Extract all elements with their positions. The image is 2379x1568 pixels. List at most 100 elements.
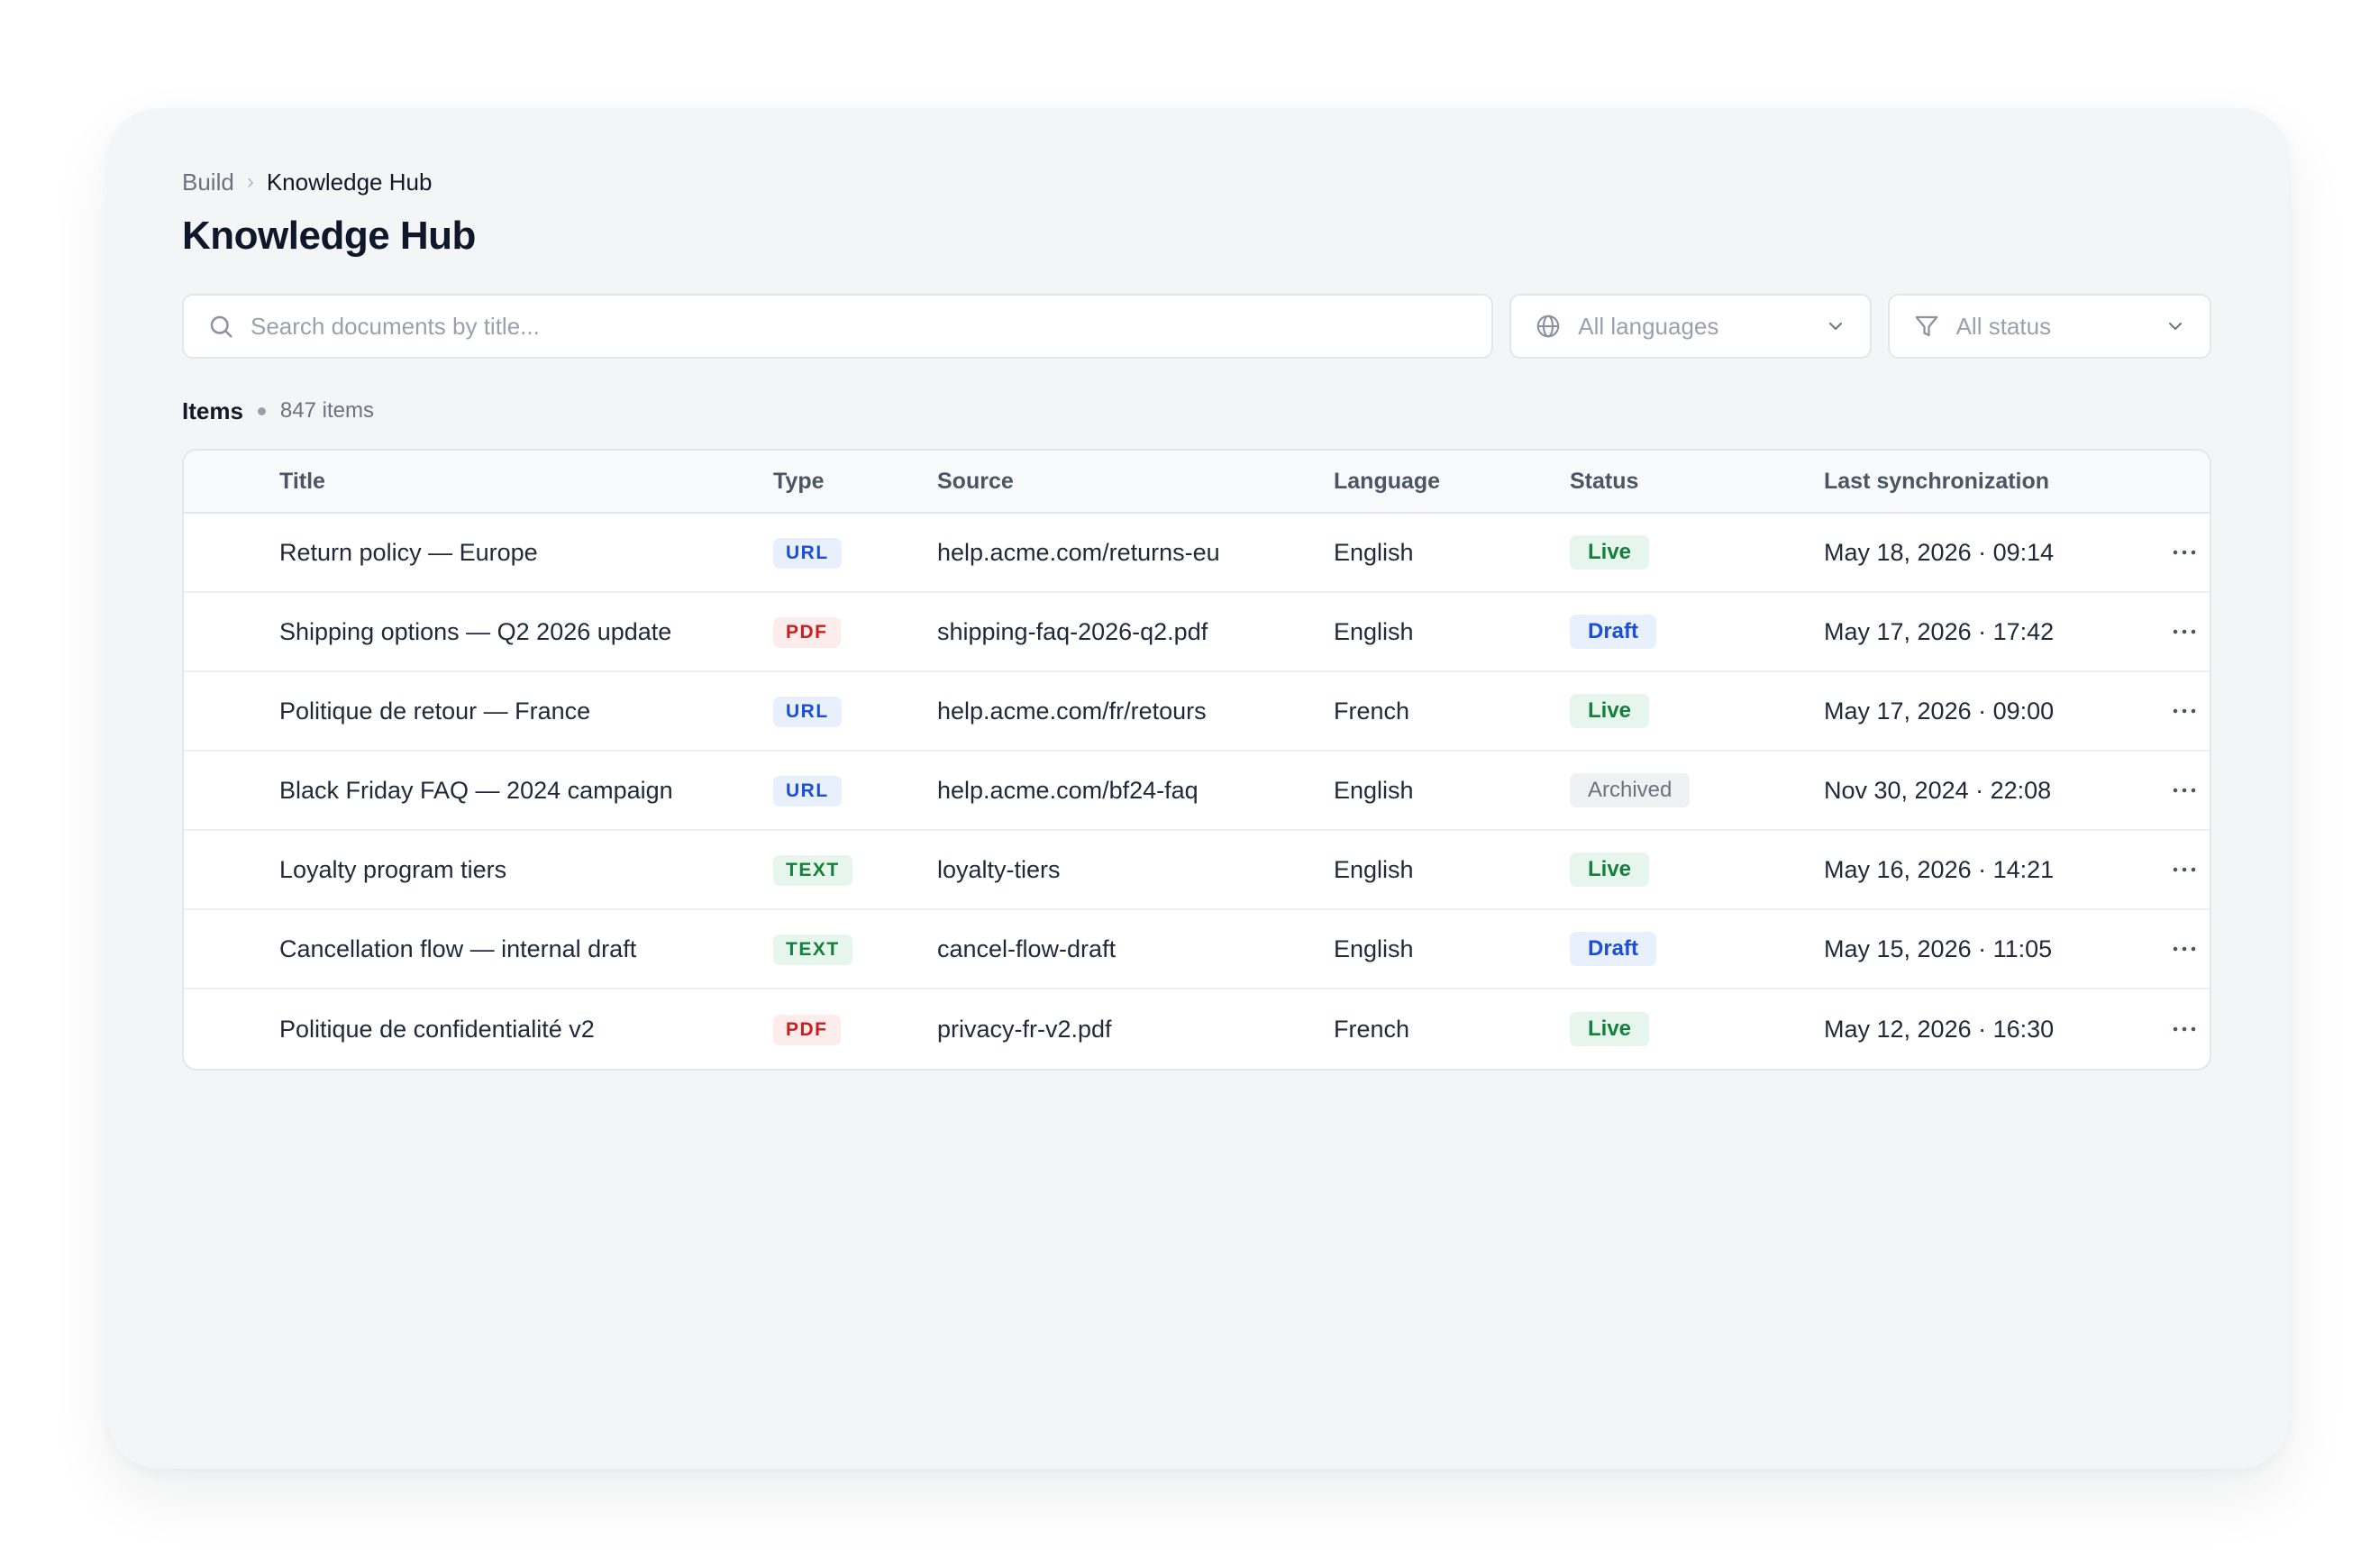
status-select-value: All status bbox=[1955, 312, 2052, 340]
row-language: French bbox=[1334, 1015, 1410, 1043]
column-header-title[interactable]: Title bbox=[184, 469, 773, 495]
table-row[interactable]: Return policy — Europe URL help.acme.com… bbox=[184, 514, 2210, 593]
row-type: PDF bbox=[773, 1014, 937, 1045]
row-actions-button[interactable] bbox=[2166, 852, 2202, 888]
language-select[interactable]: All languages bbox=[1509, 294, 1872, 359]
table-header: Title Type Source Language Status Last s… bbox=[184, 451, 2210, 514]
items-label: Items bbox=[182, 397, 243, 424]
table-row[interactable]: Politique de retour — France URL help.ac… bbox=[184, 672, 2210, 752]
filter-bar: All languages All status bbox=[182, 294, 2211, 359]
chevron-down-icon bbox=[2169, 323, 2182, 330]
row-type: URL bbox=[773, 537, 937, 569]
row-title[interactable]: Shipping options — Q2 2026 update bbox=[184, 618, 773, 646]
row-actions bbox=[2166, 534, 2210, 570]
status-badge: Draft bbox=[1570, 615, 1657, 649]
row-actions bbox=[2166, 614, 2210, 650]
row-last-sync: May 12, 2026 · 16:30 bbox=[1824, 1015, 2055, 1043]
more-horizontal-icon bbox=[2173, 708, 2196, 714]
row-actions-button[interactable] bbox=[2166, 534, 2202, 570]
more-horizontal-icon bbox=[2173, 1026, 2196, 1032]
items-dot bbox=[257, 406, 266, 415]
column-header-status[interactable]: Status bbox=[1570, 469, 1824, 495]
more-horizontal-icon bbox=[2173, 867, 2196, 872]
language-select-value: All languages bbox=[1578, 312, 1719, 340]
breadcrumb-separator: › bbox=[246, 169, 254, 194]
table-row[interactable]: Politique de confidentialité v2 PDF priv… bbox=[184, 989, 2210, 1069]
row-status: Draft bbox=[1570, 615, 1824, 649]
column-header-source[interactable]: Source bbox=[937, 469, 1334, 495]
row-status: Draft bbox=[1570, 932, 1824, 966]
row-actions-button[interactable] bbox=[2166, 931, 2202, 967]
more-horizontal-icon bbox=[2173, 629, 2196, 634]
row-type: TEXT bbox=[773, 854, 937, 886]
main-content: Build › Knowledge Hub Knowledge Hub All … bbox=[182, 162, 2211, 1071]
row-last-sync: May 15, 2026 · 11:05 bbox=[1824, 934, 2053, 962]
filter-icon bbox=[1915, 315, 1937, 337]
items-summary: Items 847 items bbox=[182, 397, 2211, 425]
row-status: Live bbox=[1570, 1012, 1824, 1046]
row-source: privacy-fr-v2.pdf bbox=[937, 1015, 1112, 1043]
table-row[interactable]: Black Friday FAQ — 2024 campaign URL hel… bbox=[184, 752, 2210, 831]
row-title[interactable]: Black Friday FAQ — 2024 campaign bbox=[184, 777, 773, 805]
row-actions bbox=[2166, 852, 2210, 888]
type-badge: TEXT bbox=[773, 854, 852, 886]
search-field[interactable] bbox=[182, 294, 1494, 359]
globe-icon bbox=[1536, 315, 1560, 338]
table-row[interactable]: Shipping options — Q2 2026 update PDF sh… bbox=[184, 593, 2210, 672]
row-title[interactable]: Politique de confidentialité v2 bbox=[184, 1016, 773, 1044]
column-header-language[interactable]: Language bbox=[1334, 469, 1570, 495]
row-last-sync: Nov 30, 2024 · 22:08 bbox=[1824, 776, 2052, 804]
column-header-type[interactable]: Type bbox=[773, 469, 937, 495]
search-input[interactable] bbox=[251, 312, 1469, 341]
row-actions-button[interactable] bbox=[2166, 614, 2202, 650]
row-actions-button[interactable] bbox=[2166, 1011, 2202, 1047]
page-title: Knowledge Hub bbox=[182, 214, 476, 258]
status-badge: Live bbox=[1570, 535, 1650, 570]
status-badge: Draft bbox=[1570, 932, 1657, 966]
row-title[interactable]: Loyalty program tiers bbox=[184, 856, 773, 884]
row-language: English bbox=[1334, 934, 1414, 962]
table-row[interactable]: Cancellation flow — internal draft TEXT … bbox=[184, 910, 2210, 989]
chevron-down-icon bbox=[1828, 323, 1842, 330]
row-actions bbox=[2166, 1011, 2210, 1047]
row-type: TEXT bbox=[773, 934, 937, 965]
row-language: English bbox=[1334, 776, 1414, 804]
row-actions-button[interactable] bbox=[2166, 693, 2202, 729]
row-language: English bbox=[1334, 855, 1414, 883]
search-icon bbox=[210, 315, 232, 338]
row-last-sync: May 16, 2026 · 14:21 bbox=[1824, 855, 2055, 883]
table-body: Return policy — Europe URL help.acme.com… bbox=[184, 514, 2210, 1069]
status-badge: Live bbox=[1570, 1012, 1650, 1046]
type-badge: TEXT bbox=[773, 934, 852, 965]
app-card: Build › Knowledge Hub Knowledge Hub All … bbox=[108, 108, 2289, 1469]
row-source: help.acme.com/returns-eu bbox=[937, 538, 1220, 566]
row-status: Live bbox=[1570, 535, 1824, 570]
row-source: loyalty-tiers bbox=[937, 855, 1061, 883]
row-language: French bbox=[1334, 697, 1410, 725]
status-badge: Live bbox=[1570, 852, 1650, 887]
row-source: cancel-flow-draft bbox=[937, 934, 1117, 962]
breadcrumb-build[interactable]: Build bbox=[182, 169, 234, 196]
status-badge: Live bbox=[1570, 694, 1650, 728]
type-badge: URL bbox=[773, 696, 842, 727]
more-horizontal-icon bbox=[2173, 550, 2196, 555]
row-last-sync: May 17, 2026 · 17:42 bbox=[1824, 617, 2055, 645]
more-horizontal-icon bbox=[2173, 788, 2196, 793]
row-title[interactable]: Cancellation flow — internal draft bbox=[184, 935, 773, 963]
row-last-sync: May 18, 2026 · 09:14 bbox=[1824, 538, 2055, 566]
breadcrumb: Build › Knowledge Hub bbox=[182, 162, 2211, 202]
row-title[interactable]: Return policy — Europe bbox=[184, 539, 773, 567]
row-status: Live bbox=[1570, 694, 1824, 728]
status-select[interactable]: All status bbox=[1887, 294, 2211, 359]
row-title[interactable]: Politique de retour — France bbox=[184, 697, 773, 725]
row-language: English bbox=[1334, 538, 1414, 566]
row-actions bbox=[2166, 772, 2210, 808]
row-last-sync: May 17, 2026 · 09:00 bbox=[1824, 697, 2055, 725]
row-type: PDF bbox=[773, 616, 937, 648]
row-status: Archived bbox=[1570, 773, 1824, 807]
row-actions-button[interactable] bbox=[2166, 772, 2202, 808]
table-row[interactable]: Loyalty program tiers TEXT loyalty-tiers… bbox=[184, 831, 2210, 910]
items-count: 847 items bbox=[279, 398, 374, 423]
type-badge: URL bbox=[773, 775, 842, 807]
column-header-last-sync[interactable]: Last synchronization bbox=[1824, 469, 2166, 495]
